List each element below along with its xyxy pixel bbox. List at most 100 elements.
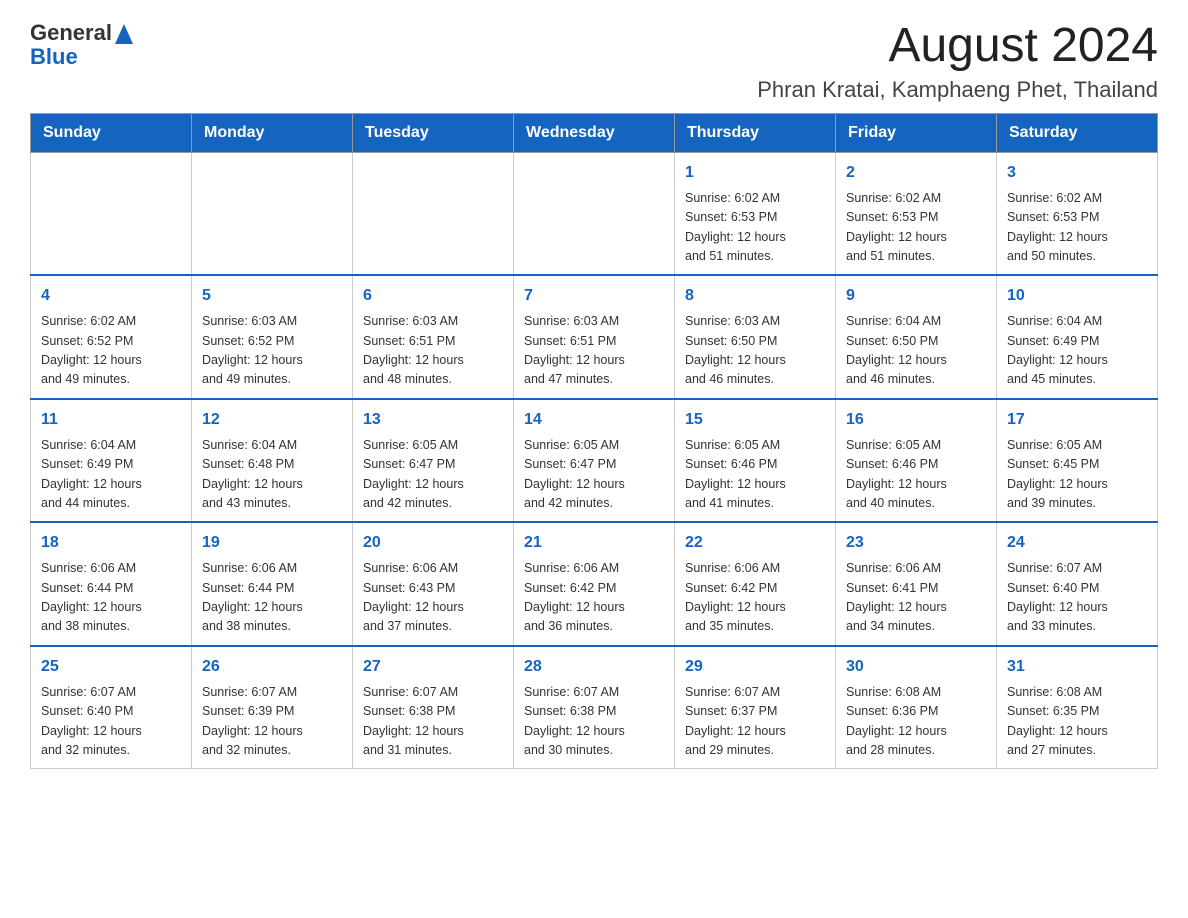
day-info: Sunrise: 6:02 AM Sunset: 6:53 PM Dayligh…	[1007, 189, 1147, 267]
day-info: Sunrise: 6:05 AM Sunset: 6:46 PM Dayligh…	[846, 436, 986, 514]
day-number: 28	[524, 655, 664, 679]
day-info: Sunrise: 6:02 AM Sunset: 6:52 PM Dayligh…	[41, 312, 181, 390]
calendar-cell: 21Sunrise: 6:06 AM Sunset: 6:42 PM Dayli…	[514, 522, 675, 646]
title-section: August 2024 Phran Kratai, Kamphaeng Phet…	[757, 20, 1158, 103]
calendar-cell: 14 Sunrise: 6:05 AM Sunset: 6:47 PM Dayli…	[514, 399, 675, 523]
calendar-week-row: 4 Sunrise: 6:02 AM Sunset: 6:52 PM Daylig…	[31, 275, 1158, 399]
day-info: Sunrise: 6:04 AM Sunset: 6:48 PM Dayligh…	[202, 436, 342, 514]
logo-general-text: General	[30, 20, 112, 46]
day-info: Sunrise: 6:05 AM Sunset: 6:47 PM Dayligh…	[524, 436, 664, 514]
day-info: Sunrise: 6:04 AM Sunset: 6:50 PM Dayligh…	[846, 312, 986, 390]
calendar-cell: 16 Sunrise: 6:05 AM Sunset: 6:46 PM Dayli…	[836, 399, 997, 523]
calendar-cell: 18 Sunrise: 6:06 AM Sunset: 6:44 PM Dayli…	[31, 522, 192, 646]
day-number: 5	[202, 284, 342, 308]
day-info: Sunrise: 6:07 AM Sunset: 6:38 PM Dayligh…	[524, 683, 664, 761]
calendar-header-tuesday: Tuesday	[353, 113, 514, 152]
calendar-cell: 29Sunrise: 6:07 AM Sunset: 6:37 PM Dayli…	[675, 646, 836, 769]
day-info: Sunrise: 6:02 AM Sunset: 6:53 PM Dayligh…	[846, 189, 986, 267]
month-title: August 2024	[757, 20, 1158, 73]
calendar-cell: 28 Sunrise: 6:07 AM Sunset: 6:38 PM Dayli…	[514, 646, 675, 769]
calendar-cell: 11Sunrise: 6:04 AM Sunset: 6:49 PM Dayli…	[31, 399, 192, 523]
calendar-week-row: 1Sunrise: 6:02 AM Sunset: 6:53 PM Daylig…	[31, 152, 1158, 275]
day-number: 18	[41, 531, 181, 555]
calendar-table: SundayMondayTuesdayWednesdayThursdayFrid…	[30, 113, 1158, 770]
calendar-cell: 10 Sunrise: 6:04 AM Sunset: 6:49 PM Dayli…	[997, 275, 1158, 399]
day-info: Sunrise: 6:05 AM Sunset: 6:45 PM Dayligh…	[1007, 436, 1147, 514]
day-number: 19	[202, 531, 342, 555]
calendar-week-row: 11Sunrise: 6:04 AM Sunset: 6:49 PM Dayli…	[31, 399, 1158, 523]
calendar-cell: 30 Sunrise: 6:08 AM Sunset: 6:36 PM Dayli…	[836, 646, 997, 769]
day-number: 4	[41, 284, 181, 308]
day-info: Sunrise: 6:08 AM Sunset: 6:36 PM Dayligh…	[846, 683, 986, 761]
calendar-cell: 20 Sunrise: 6:06 AM Sunset: 6:43 PM Dayli…	[353, 522, 514, 646]
calendar-cell: 24 Sunrise: 6:07 AM Sunset: 6:40 PM Dayli…	[997, 522, 1158, 646]
day-info: Sunrise: 6:03 AM Sunset: 6:51 PM Dayligh…	[524, 312, 664, 390]
calendar-header-row: SundayMondayTuesdayWednesdayThursdayFrid…	[31, 113, 1158, 152]
calendar-cell: 5 Sunrise: 6:03 AM Sunset: 6:52 PM Daylig…	[192, 275, 353, 399]
day-number: 24	[1007, 531, 1147, 555]
calendar-header-monday: Monday	[192, 113, 353, 152]
day-info: Sunrise: 6:07 AM Sunset: 6:37 PM Dayligh…	[685, 683, 825, 761]
day-number: 13	[363, 408, 503, 432]
day-number: 25	[41, 655, 181, 679]
day-info: Sunrise: 6:06 AM Sunset: 6:42 PM Dayligh…	[685, 559, 825, 637]
day-number: 22	[685, 531, 825, 555]
calendar-header-sunday: Sunday	[31, 113, 192, 152]
day-number: 31	[1007, 655, 1147, 679]
logo-blue-text: Blue	[30, 44, 78, 70]
day-number: 21	[524, 531, 664, 555]
day-info: Sunrise: 6:07 AM Sunset: 6:38 PM Dayligh…	[363, 683, 503, 761]
day-info: Sunrise: 6:03 AM Sunset: 6:52 PM Dayligh…	[202, 312, 342, 390]
day-info: Sunrise: 6:03 AM Sunset: 6:50 PM Dayligh…	[685, 312, 825, 390]
day-info: Sunrise: 6:02 AM Sunset: 6:53 PM Dayligh…	[685, 189, 825, 267]
logo: General Blue	[30, 20, 133, 70]
calendar-header-friday: Friday	[836, 113, 997, 152]
calendar-cell: 31 Sunrise: 6:08 AM Sunset: 6:35 PM Dayli…	[997, 646, 1158, 769]
calendar-cell: 22 Sunrise: 6:06 AM Sunset: 6:42 PM Dayli…	[675, 522, 836, 646]
day-info: Sunrise: 6:06 AM Sunset: 6:44 PM Dayligh…	[202, 559, 342, 637]
day-number: 14	[524, 408, 664, 432]
calendar-cell: 19 Sunrise: 6:06 AM Sunset: 6:44 PM Dayli…	[192, 522, 353, 646]
calendar-cell: 9 Sunrise: 6:04 AM Sunset: 6:50 PM Daylig…	[836, 275, 997, 399]
day-number: 26	[202, 655, 342, 679]
day-info: Sunrise: 6:04 AM Sunset: 6:49 PM Dayligh…	[1007, 312, 1147, 390]
day-number: 3	[1007, 161, 1147, 185]
calendar-header-thursday: Thursday	[675, 113, 836, 152]
day-number: 8	[685, 284, 825, 308]
day-info: Sunrise: 6:05 AM Sunset: 6:46 PM Dayligh…	[685, 436, 825, 514]
calendar-cell	[192, 152, 353, 275]
day-number: 9	[846, 284, 986, 308]
day-number: 17	[1007, 408, 1147, 432]
logo-triangle-icon	[115, 24, 133, 44]
calendar-cell: 3 Sunrise: 6:02 AM Sunset: 6:53 PM Daylig…	[997, 152, 1158, 275]
day-number: 30	[846, 655, 986, 679]
calendar-cell	[31, 152, 192, 275]
day-number: 2	[846, 161, 986, 185]
calendar-cell	[514, 152, 675, 275]
day-info: Sunrise: 6:08 AM Sunset: 6:35 PM Dayligh…	[1007, 683, 1147, 761]
calendar-cell: 15Sunrise: 6:05 AM Sunset: 6:46 PM Dayli…	[675, 399, 836, 523]
day-info: Sunrise: 6:06 AM Sunset: 6:44 PM Dayligh…	[41, 559, 181, 637]
day-number: 6	[363, 284, 503, 308]
calendar-cell: 25 Sunrise: 6:07 AM Sunset: 6:40 PM Dayli…	[31, 646, 192, 769]
day-info: Sunrise: 6:05 AM Sunset: 6:47 PM Dayligh…	[363, 436, 503, 514]
day-number: 20	[363, 531, 503, 555]
calendar-week-row: 25 Sunrise: 6:07 AM Sunset: 6:40 PM Dayli…	[31, 646, 1158, 769]
calendar-week-row: 18 Sunrise: 6:06 AM Sunset: 6:44 PM Dayli…	[31, 522, 1158, 646]
day-info: Sunrise: 6:03 AM Sunset: 6:51 PM Dayligh…	[363, 312, 503, 390]
calendar-header-wednesday: Wednesday	[514, 113, 675, 152]
calendar-cell: 8 Sunrise: 6:03 AM Sunset: 6:50 PM Daylig…	[675, 275, 836, 399]
day-info: Sunrise: 6:07 AM Sunset: 6:40 PM Dayligh…	[1007, 559, 1147, 637]
day-number: 11	[41, 408, 181, 432]
calendar-cell: 4 Sunrise: 6:02 AM Sunset: 6:52 PM Daylig…	[31, 275, 192, 399]
calendar-cell: 27Sunrise: 6:07 AM Sunset: 6:38 PM Dayli…	[353, 646, 514, 769]
calendar-cell: 1Sunrise: 6:02 AM Sunset: 6:53 PM Daylig…	[675, 152, 836, 275]
location-title: Phran Kratai, Kamphaeng Phet, Thailand	[757, 77, 1158, 103]
day-number: 10	[1007, 284, 1147, 308]
day-number: 12	[202, 408, 342, 432]
header: General Blue August 2024 Phran Kratai, K…	[30, 20, 1158, 103]
calendar-cell	[353, 152, 514, 275]
day-number: 16	[846, 408, 986, 432]
day-info: Sunrise: 6:07 AM Sunset: 6:40 PM Dayligh…	[41, 683, 181, 761]
day-info: Sunrise: 6:06 AM Sunset: 6:43 PM Dayligh…	[363, 559, 503, 637]
